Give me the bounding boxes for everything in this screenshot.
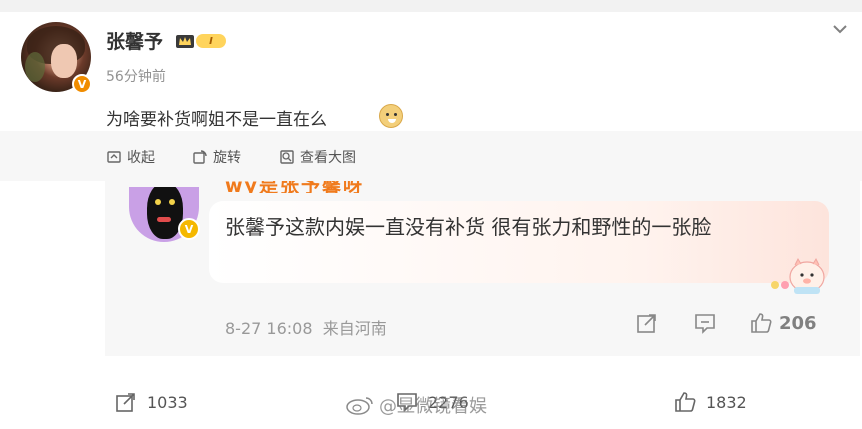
comment-text: 张馨予这款内娱一直没有补货 很有张力和野性的一张脸 [225, 215, 712, 239]
like-icon [751, 313, 772, 333]
post-text: 为啥要补货啊姐不是一直在么 [106, 110, 327, 130]
top-gap [0, 0, 862, 12]
avatar-leaf [25, 52, 45, 82]
image-toolbar: 收起 旋转 查看大图 [0, 131, 862, 181]
avatar-lip [157, 217, 171, 222]
cropped-name-text: wy是张予馨呀 [225, 181, 364, 193]
pig-sticker-icon [771, 257, 825, 294]
collapse-icon [107, 151, 121, 163]
collapse-button[interactable]: 收起 [106, 147, 155, 167]
like-icon [675, 392, 696, 412]
level-badge: I [196, 34, 226, 48]
doge-emoji-icon [379, 104, 403, 128]
verified-badge-icon: V [72, 74, 92, 94]
comment-icon [695, 314, 715, 334]
comment-meta: 8-27 16:08 来自河南 [225, 315, 387, 339]
avatar-eye [169, 199, 175, 205]
comment-reply-button[interactable] [693, 311, 717, 335]
zoom-icon [280, 150, 294, 164]
comment-like-button[interactable]: 206 [749, 311, 817, 335]
commenter-verified-icon: V [178, 218, 200, 240]
share-icon [116, 393, 135, 412]
comment-like-count: 206 [779, 312, 817, 334]
like-button[interactable]: 1832 [674, 391, 747, 413]
cropped-commenter-name: wy是张予馨呀 [225, 181, 509, 193]
chevron-down-icon[interactable] [829, 18, 851, 40]
avatar-eye [155, 199, 161, 205]
avatar-face [51, 44, 77, 78]
crown-icon [176, 35, 194, 48]
rotate-button[interactable]: 旋转 [192, 147, 241, 167]
watermark: @显微镜看娱 [345, 392, 487, 418]
comment-source: 来自河南 [322, 319, 387, 338]
watermark-text: @显微镜看娱 [379, 396, 487, 417]
comment-date: 8-27 16:08 [225, 319, 313, 338]
collapse-label: 收起 [127, 150, 155, 166]
rotate-label: 旋转 [213, 150, 241, 166]
username[interactable]: 张馨予 [106, 27, 163, 54]
view-large-label: 查看大图 [300, 150, 356, 166]
like-count: 1832 [706, 392, 747, 412]
weibo-logo-icon [346, 397, 373, 415]
comment-screenshot[interactable]: wy是张予馨呀 V 张馨予这款内娱一直没有补货 很有张力和野性的一张脸 8-27… [105, 181, 860, 356]
post-time[interactable]: 56分钟前 [106, 66, 166, 86]
comment-share-button[interactable] [635, 311, 659, 335]
share-icon [637, 314, 656, 333]
rotate-icon [193, 150, 207, 164]
share-button[interactable]: 1033 [115, 391, 188, 413]
view-large-button[interactable]: 查看大图 [279, 147, 356, 167]
share-count: 1033 [147, 392, 188, 412]
